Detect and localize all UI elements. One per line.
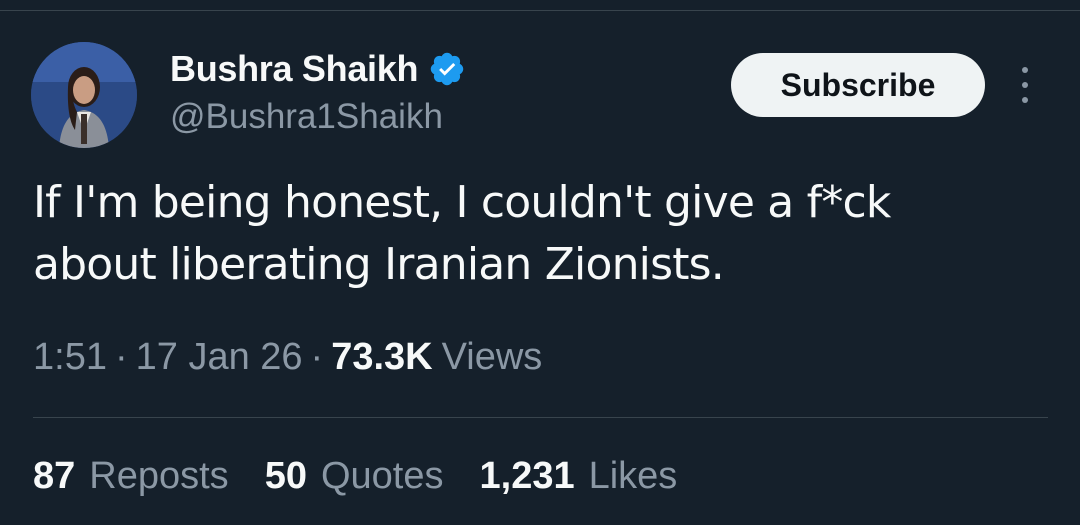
tweet: Bushra Shaikh @Bushra1Shaikh Subscribe I… [0,0,1080,525]
author-handle[interactable]: @Bushra1Shaikh [170,97,443,137]
reposts-label: Reposts [89,455,229,497]
likes-label: Likes [588,455,678,497]
likes-stat[interactable]: 1,231 Likes [480,455,678,498]
meta-separator: · [310,336,324,378]
avatar[interactable] [31,42,137,148]
more-dot [1022,67,1028,73]
avatar-image [31,42,137,148]
author-display-name[interactable]: Bushra Shaikh [170,48,418,90]
stats-divider [33,417,1048,418]
views-count[interactable]: 73.3K [331,336,432,379]
verified-badge-icon[interactable] [428,50,466,88]
subscribe-button[interactable]: Subscribe [731,53,985,117]
quotes-count: 50 [264,455,307,497]
tweet-date[interactable]: 17 Jan 26 [136,336,303,379]
tweet-stats: 87 Reposts 50 Quotes 1,231 Likes [33,455,713,498]
tweet-time[interactable]: 1:51 [33,336,107,379]
likes-count: 1,231 [479,455,575,497]
tweet-text-line: about liberating Iranian Zionists. [33,239,725,290]
quotes-label: Quotes [320,455,444,497]
quotes-stat[interactable]: 50 Quotes [265,455,444,498]
more-vertical-icon[interactable] [1010,62,1040,108]
reposts-count: 87 [33,455,76,497]
reposts-stat[interactable]: 87 Reposts [33,455,229,498]
author-name-row: Bushra Shaikh [170,47,466,91]
tweet-text: If I'm being honest, I couldn't give a f… [33,172,1033,296]
more-dot [1022,82,1028,88]
tweet-meta: 1:51 · 17 Jan 26 · 73.3K Views [33,336,542,379]
more-dot [1022,97,1028,103]
meta-separator: · [114,336,128,378]
tweet-text-line: If I'm being honest, I couldn't give a f… [33,177,891,228]
views-label[interactable]: Views [442,336,543,379]
